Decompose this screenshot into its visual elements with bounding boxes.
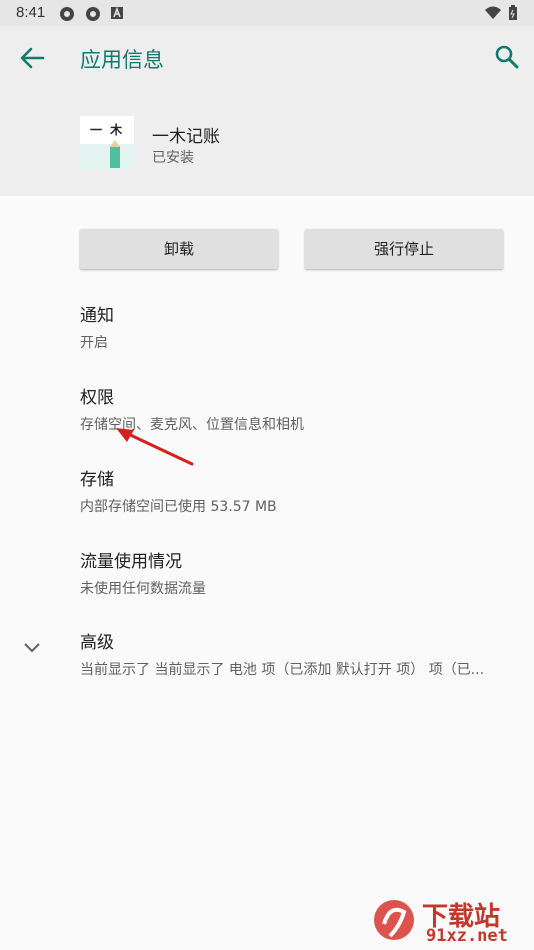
- notification-app-icon-2: [86, 7, 100, 21]
- settings-item-data-usage[interactable]: 流量使用情况 未使用任何数据流量: [80, 547, 522, 598]
- settings-item-title: 权限: [80, 388, 114, 408]
- force-stop-button[interactable]: 强行停止: [305, 229, 503, 269]
- page-title: 应用信息: [80, 48, 164, 72]
- settings-item-title: 高级: [80, 633, 114, 653]
- app-icon-band: [80, 144, 134, 170]
- app-icon: 一 木: [80, 116, 134, 170]
- back-arrow-icon[interactable]: [19, 46, 45, 70]
- app-info-header: 应用信息 一 木 一木记账 已安装: [0, 26, 534, 196]
- settings-item-storage[interactable]: 存储 内部存储空间已使用 53.57 MB: [80, 465, 522, 516]
- app-icon-logo-text: 一 木: [90, 123, 125, 137]
- settings-item-title: 流量使用情况: [80, 552, 182, 572]
- settings-item-notifications[interactable]: 通知 开启: [80, 301, 522, 352]
- status-time: 8:41: [16, 4, 46, 21]
- uninstall-button[interactable]: 卸载: [80, 229, 278, 269]
- notification-a-icon: [111, 6, 123, 19]
- annotation-arrow-icon: [116, 428, 194, 466]
- watermark-mark-icon: [374, 900, 414, 940]
- settings-item-title: 通知: [80, 306, 114, 326]
- watermark-logo: 下载站 91xz.net: [370, 896, 530, 948]
- settings-item-summary: 开启: [80, 335, 108, 351]
- search-icon[interactable]: [494, 44, 520, 70]
- app-name: 一木记账: [152, 127, 220, 147]
- settings-item-summary: 当前显示了 当前显示了 电池 项（已添加 默认打开 项） 项（已...: [80, 662, 485, 678]
- watermark-line2: 91xz.net: [426, 926, 508, 946]
- battery-icon: [509, 5, 517, 20]
- chevron-down-icon[interactable]: [22, 640, 42, 654]
- app-icon-pencil-tip: [110, 140, 120, 147]
- wifi-icon: [485, 6, 501, 19]
- settings-item-advanced[interactable]: 高级 当前显示了 当前显示了 电池 项（已添加 默认打开 项） 项（已...: [80, 628, 522, 679]
- app-install-status: 已安装: [152, 150, 194, 166]
- settings-item-summary: 内部存储空间已使用 53.57 MB: [80, 499, 277, 515]
- status-bar: 8:41: [0, 0, 534, 26]
- app-icon-pencil: [110, 146, 120, 168]
- settings-item-summary: 未使用任何数据流量: [80, 581, 206, 597]
- notification-app-icon: [60, 7, 74, 21]
